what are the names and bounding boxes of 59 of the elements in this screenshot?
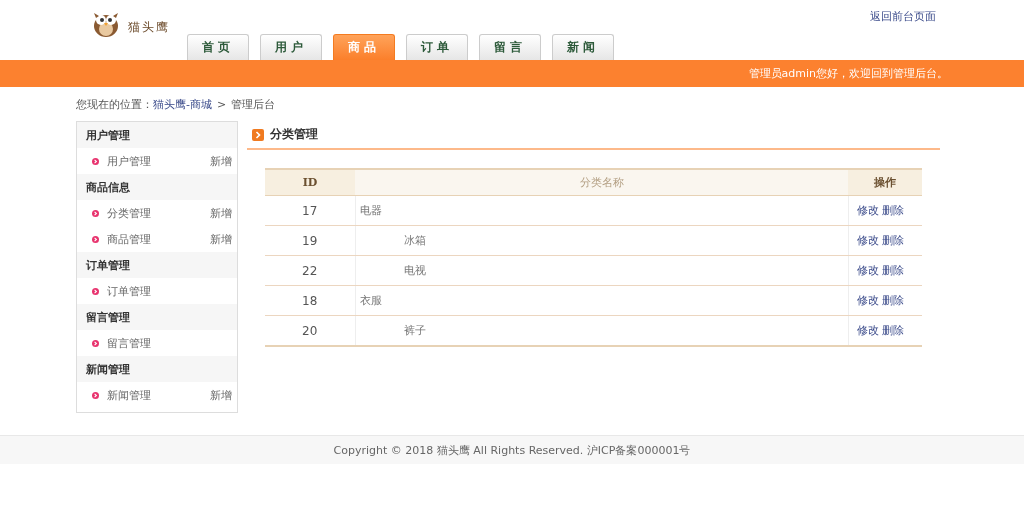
bullet-arrow-icon	[92, 287, 99, 295]
action-link[interactable]: 删除	[881, 264, 904, 277]
bullet-arrow-icon	[92, 209, 99, 217]
arrow-badge-icon	[252, 128, 264, 141]
sidebar-group-title: 商品信息	[77, 174, 237, 200]
sidebar-group-title: 订单管理	[77, 252, 237, 278]
action-link[interactable]: 删除	[881, 234, 904, 247]
breadcrumb-link[interactable]: 猫头鹰-商城	[153, 96, 212, 112]
nav-tab[interactable]: 订单	[406, 34, 468, 60]
action-link[interactable]: 删除	[881, 324, 904, 337]
bullet-arrow-icon	[92, 235, 99, 243]
logo-text: 猫头鹰	[128, 18, 170, 36]
table-cell: 20	[265, 315, 355, 346]
action-link[interactable]: 删除	[881, 294, 904, 307]
category-name: 电器	[359, 204, 382, 217]
sidebar-item[interactable]: 订单管理	[107, 283, 232, 299]
table-cell: 18	[265, 285, 355, 316]
nav-tab[interactable]: 首页	[187, 34, 249, 60]
category-name: 电视	[403, 264, 426, 277]
add-link[interactable]: 新增	[210, 387, 232, 403]
action-link[interactable]: 修改	[856, 234, 879, 247]
add-link[interactable]: 新增	[210, 231, 232, 247]
sidebar-item[interactable]: 用户管理	[107, 153, 202, 169]
breadcrumb-separator: >	[217, 97, 227, 111]
column-header: 分类名称	[355, 169, 848, 196]
action-link[interactable]: 修改	[856, 294, 879, 307]
action-link[interactable]: 修改	[856, 204, 879, 217]
sidebar-item[interactable]: 新闻管理	[107, 387, 202, 403]
panel-title: 分类管理	[270, 126, 318, 143]
nav-tab[interactable]: 留言	[479, 34, 541, 60]
action-link[interactable]: 修改	[856, 324, 879, 337]
nav-tab[interactable]: 新闻	[552, 34, 614, 60]
bullet-arrow-icon	[92, 339, 99, 347]
action-link[interactable]: 修改	[856, 264, 879, 277]
table-cell: 22	[265, 255, 355, 286]
back-to-frontend-link[interactable]: 返回前台页面	[870, 9, 936, 24]
copyright-text: Copyright © 2018 猫头鹰 All Rights Reserved. 沪ICP备案000001号	[333, 442, 691, 458]
table-cell: 19	[265, 225, 355, 256]
sidebar-item[interactable]: 商品管理	[107, 231, 202, 247]
sidebar-group-title: 留言管理	[77, 304, 237, 330]
category-name: 冰箱	[403, 234, 426, 247]
sidebar-group-title: 用户管理	[77, 122, 237, 148]
breadcrumb-label: 您现在的位置：	[76, 96, 153, 112]
table-cell: 17	[265, 195, 355, 226]
breadcrumb-current: 管理后台	[231, 96, 276, 112]
sidebar-item[interactable]: 分类管理	[107, 205, 202, 221]
bullet-arrow-icon	[92, 157, 99, 165]
column-header: ID	[265, 169, 355, 196]
welcome-message: 管理员admin您好，欢迎回到管理后台。	[748, 66, 948, 81]
action-link[interactable]: 删除	[881, 204, 904, 217]
sidebar-group-title: 新闻管理	[77, 356, 237, 382]
column-header: 操作	[848, 169, 922, 196]
category-name: 裤子	[403, 324, 426, 337]
nav-tab[interactable]: 用户	[260, 34, 322, 60]
add-link[interactable]: 新增	[210, 205, 232, 221]
category-name: 衣服	[359, 294, 382, 307]
sidebar-item[interactable]: 留言管理	[107, 335, 232, 351]
bullet-arrow-icon	[92, 391, 99, 399]
add-link[interactable]: 新增	[210, 153, 232, 169]
